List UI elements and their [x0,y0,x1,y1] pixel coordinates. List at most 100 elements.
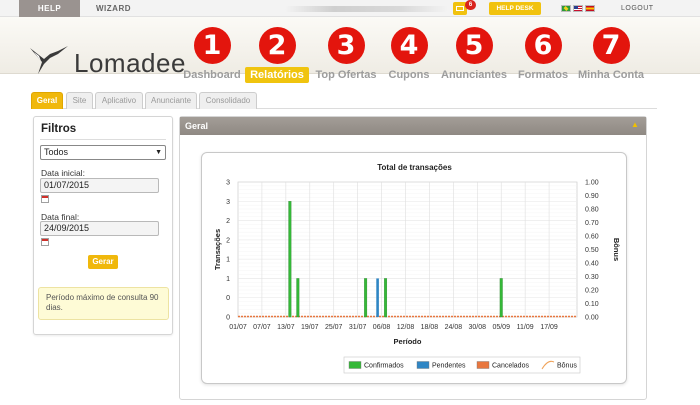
header: Lomadee 1 Dashboard 2 Relatórios 3 Top O… [0,17,700,83]
bar-pendentes [376,278,379,317]
collapse-icon[interactable]: ▲ [630,120,640,130]
nav-dashboard[interactable]: 1 Dashboard [183,27,241,81]
y2-tick-label: 0.20 [585,288,599,295]
nav-number-badge: 1 [193,27,231,64]
x-tick-label: 30/08 [469,324,487,331]
flag-es-icon[interactable] [585,5,595,12]
chevron-down-icon: ▼ [155,149,162,156]
chart-title: Total de transações [377,163,452,172]
panel-title: Geral [185,121,209,131]
y2-tick-label: 0.80 [585,207,599,214]
x-tick-label: 24/08 [445,324,463,331]
logout-link[interactable]: LOGOUT [621,0,654,17]
tab-geral[interactable]: Geral [31,92,63,109]
nav-label: Minha Conta [578,69,644,81]
select-value: Todos [44,147,69,157]
bar-confirmados [364,278,368,318]
bar-confirmados [288,201,292,318]
x-tick-label: 31/07 [349,324,367,331]
nav-top-ofertas[interactable]: 3 Top Ofertas [315,27,377,81]
y2-tick-label: 0.60 [585,234,599,241]
x-axis-label: Período [394,337,422,346]
y-axis-label: Transações [213,229,222,270]
nav-label: Top Ofertas [315,69,377,81]
y2-tick-label: 0.40 [585,261,599,268]
filter-type-select[interactable]: Todos ▼ [40,145,166,160]
x-tick-label: 05/09 [492,324,510,331]
panel-header: Geral ▲ [180,117,646,135]
y2-tick-label: 0.90 [585,193,599,200]
nav-number-badge: 4 [390,27,428,64]
nav-label: Anunciantes [441,69,508,81]
end-date-input[interactable]: 24/09/2015 [40,221,159,236]
y2-tick-label: 0.30 [585,274,599,281]
nav-formatos[interactable]: 6 Formatos [517,27,569,81]
y2-tick-label: 0.70 [585,220,599,227]
calendar-icon[interactable] [41,238,49,246]
nav-label: Relatórios [245,67,309,83]
mail-count-badge: 6 [465,0,476,10]
legend-label: Pendentes [432,363,466,370]
legend-swatch [416,361,430,369]
max-period-note: Período máximo de consulta 90 dias. [38,287,169,320]
tab-aplicativo[interactable]: Aplicativo [95,92,143,109]
tab-consolidado[interactable]: Consolidado [199,92,257,109]
help-desk-button[interactable]: HELP DESK [489,2,541,15]
legend-label: Cancelados [492,363,529,370]
nav-number-badge: 2 [258,27,296,64]
x-tick-label: 18/08 [421,324,439,331]
main-panel: Geral ▲ Total de transações 0 0 1 1 2 2 3 3 0.00 0… [179,116,647,400]
nav-relatorios[interactable]: 2 Relatórios [245,27,309,83]
generate-button[interactable]: Gerar [88,255,118,269]
y2-tick-label: 0.50 [585,247,599,254]
x-tick-label: 01/07 [229,324,247,331]
y2-axis-label: Bônus [612,238,621,261]
y-tick-label: 3 [226,180,230,187]
y-tick-label: 0 [226,315,230,322]
bar-confirmados [296,278,300,318]
start-date-label: Data inicial: [41,168,85,178]
filters-panel: Filtros Todos ▼ Data inicial: 01/07/2015… [33,116,173,335]
bar-confirmados [384,278,388,318]
y2-tick-label: 0.00 [585,315,599,322]
legend-swatch [348,361,362,369]
nav-label: Cupons [388,69,430,81]
calendar-icon[interactable] [41,195,49,203]
x-tick-label: 19/07 [301,324,319,331]
x-tick-label: 25/07 [325,324,343,331]
y-tick-label: 0 [226,295,230,302]
filters-title: Filtros [41,123,77,135]
x-tick-label: 13/07 [277,324,295,331]
tab-site[interactable]: Site [66,92,93,109]
nav-minha-conta[interactable]: 7 Minha Conta [578,27,644,81]
lomadee-logo-icon[interactable] [28,44,70,78]
x-tick-label: 07/07 [253,324,271,331]
transactions-chart: Total de transações 0 0 1 1 2 2 3 3 0.00 0.10 0.20 0… [213,163,621,374]
flag-us-icon[interactable] [573,5,583,12]
y2-tick-label: 1.00 [585,180,599,187]
legend-label: Confirmados [364,363,404,370]
nav-number-badge: 3 [327,27,365,64]
help-tab[interactable]: HELP [19,0,80,17]
nav-anunciantes[interactable]: 5 Anunciantes [441,27,507,81]
x-tick-label: 17/09 [540,324,558,331]
tab-anunciante[interactable]: Anunciante [145,92,197,109]
flag-br-icon[interactable] [561,5,571,12]
chart-container: Total de transações 0 0 1 1 2 2 3 3 0.00 0.10 0.20 0… [201,152,627,384]
start-date-input[interactable]: 01/07/2015 [40,178,159,193]
legend-label: Bônus [557,363,577,370]
y-tick-label: 2 [226,237,230,244]
divider [40,139,166,140]
wizard-tab[interactable]: WIZARD [96,0,131,17]
top-bar: HELP WIZARD 6 HELP DESK LOGOUT [0,0,700,17]
envelope-icon [456,6,464,11]
nav-label: Formatos [517,69,569,81]
legend-swatch [476,361,490,369]
y-tick-label: 1 [226,257,230,264]
nav-label: Dashboard [183,69,241,81]
x-tick-label: 06/08 [373,324,391,331]
y-tick-label: 1 [226,276,230,283]
nav-cupons[interactable]: 4 Cupons [386,27,432,81]
logo-text[interactable]: Lomadee [74,48,186,79]
nav-number-badge: 6 [524,27,562,64]
